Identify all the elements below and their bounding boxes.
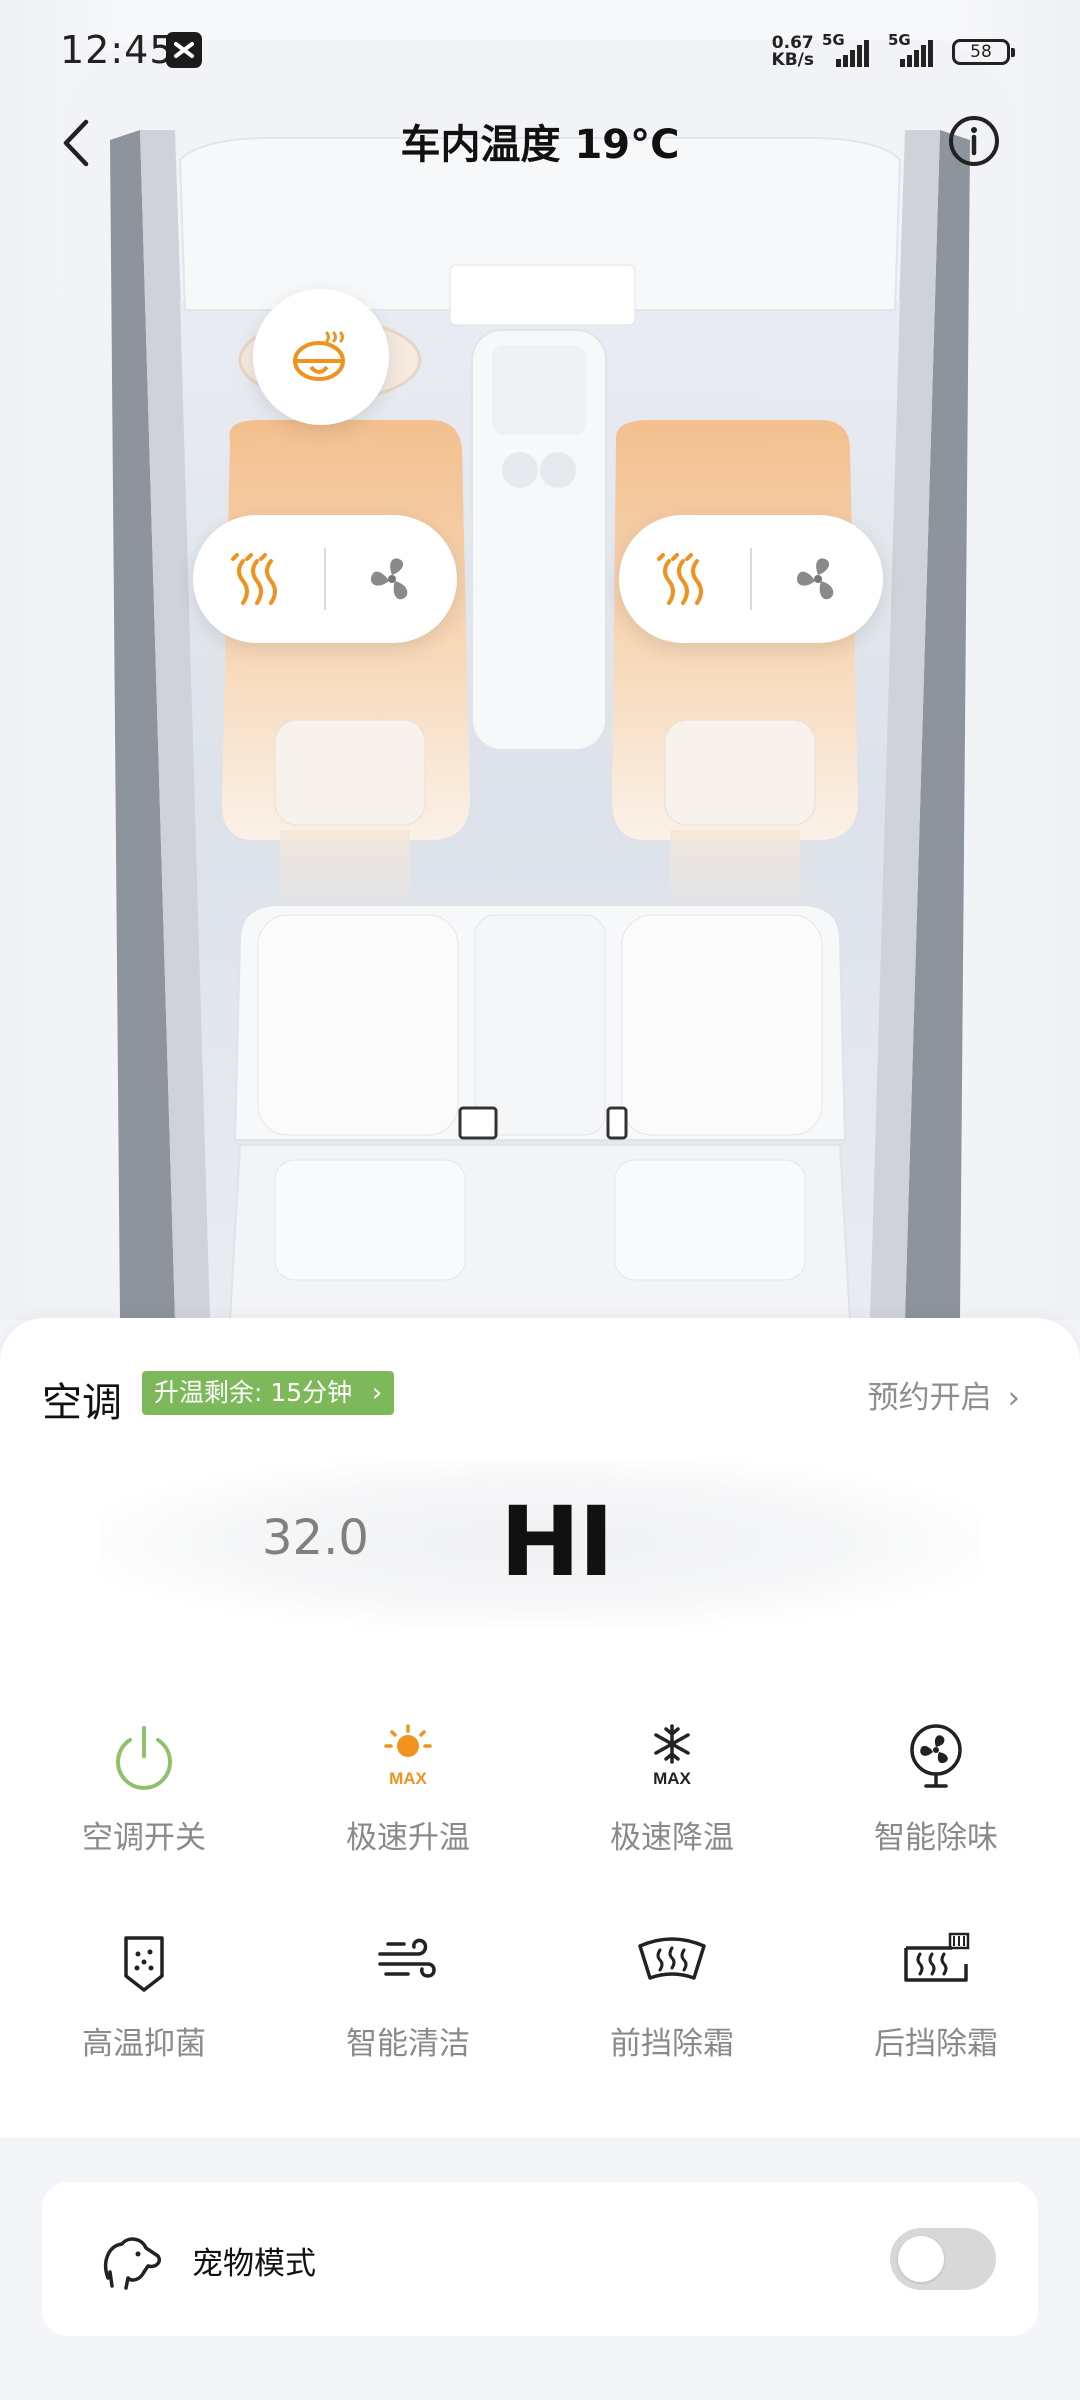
passenger-seat-heat-button[interactable] <box>619 515 750 643</box>
function-label: 后挡除霜 <box>874 2026 998 2062</box>
seat-heat-icon <box>656 553 703 605</box>
ac-panel: 空调 升温剩余: 15分钟 › 预约开启 › 32.0 HI 空调开关 MAX 极 <box>0 1318 1080 2138</box>
signal-1-icon: 5G <box>822 31 880 67</box>
front-defrost-icon <box>638 1937 706 1980</box>
battery-level: 58 <box>970 42 992 62</box>
svg-text:MAX: MAX <box>389 1769 427 1788</box>
driver-seat-controls <box>193 515 457 643</box>
function-label: 高温抑菌 <box>82 2026 206 2062</box>
driver-seat-ventilation-button[interactable] <box>326 515 457 643</box>
network-speed-unit: KB/s <box>771 50 814 70</box>
chevron-right-icon: › <box>1007 1380 1020 1416</box>
function-label: 前挡除霜 <box>610 2026 734 2062</box>
steering-heat-icon <box>293 331 345 381</box>
wind-icon <box>378 1938 436 1978</box>
function-label: 极速升温 <box>346 1820 470 1856</box>
network-speed: 0.67 KB/s <box>772 35 814 69</box>
temperature-current[interactable]: HI <box>500 1486 614 1598</box>
signal-1-label: 5G <box>822 31 845 49</box>
schedule-start-label: 预约开启 <box>867 1380 992 1416</box>
heating-remaining-text: 升温剩余: 15分钟 <box>154 1378 353 1407</box>
rear-defrost-icon <box>904 1932 970 1982</box>
page-title: 车内温度 19°C <box>400 122 680 168</box>
ac-section-title: 空调 <box>42 1380 122 1426</box>
front-defrost-button[interactable]: 前挡除霜 <box>540 1924 804 2104</box>
driver-seat-heat-button[interactable] <box>193 515 324 643</box>
status-time: 12:45 <box>60 28 175 72</box>
toggle-knob <box>898 2236 944 2282</box>
car-topdown-illustration <box>50 40 1030 1320</box>
high-temp-sterilize-button[interactable]: 高温抑菌 <box>12 1924 276 2104</box>
schedule-start-link[interactable]: 预约开启 › <box>868 1372 1020 1417</box>
info-button[interactable] <box>948 115 1000 167</box>
fan-icon <box>910 1724 962 1788</box>
status-bar: 12:45 0.67 KB/s 5G 5G 58 <box>0 0 1080 100</box>
notification-app-icon <box>166 32 202 68</box>
sun-max-icon: MAX <box>384 1724 432 1788</box>
function-label: 智能除味 <box>874 1820 998 1856</box>
function-label: 极速降温 <box>610 1820 734 1856</box>
function-label: 空调开关 <box>82 1820 206 1856</box>
smart-deodorize-button[interactable]: 智能除味 <box>804 1718 1068 1898</box>
dog-icon <box>103 2237 161 2290</box>
shield-icon <box>124 1936 164 1992</box>
pet-mode-card: 宠物模式 <box>42 2182 1038 2336</box>
car-interior-view <box>0 0 1080 1320</box>
smart-clean-button[interactable]: 智能清洁 <box>276 1924 540 2104</box>
status-indicators: 0.67 KB/s 5G 5G 58 <box>772 30 1015 74</box>
seat-ventilation-icon <box>370 558 407 600</box>
pet-mode-label: 宠物模式 <box>192 2246 316 2282</box>
ac-power-button[interactable]: 空调开关 <box>12 1718 276 1898</box>
steering-wheel-heat-button[interactable] <box>253 289 389 425</box>
signal-2-label: 5G <box>888 31 911 49</box>
function-label: 智能清洁 <box>346 2026 470 2062</box>
rear-defrost-button[interactable]: 后挡除霜 <box>804 1924 1068 2104</box>
rapid-heat-button[interactable]: MAX 极速升温 <box>276 1718 540 1898</box>
pet-mode-toggle[interactable] <box>890 2228 996 2290</box>
svg-text:MAX: MAX <box>653 1769 691 1788</box>
power-icon <box>116 1726 172 1790</box>
battery-icon: 58 <box>952 39 1015 65</box>
snowflake-max-icon: MAX <box>653 1724 692 1788</box>
passenger-seat-ventilation-button[interactable] <box>752 515 883 643</box>
temperature-option-prev[interactable]: 32.0 <box>262 1510 369 1566</box>
signal-2-icon: 5G <box>888 31 944 67</box>
seat-ventilation-icon <box>796 558 833 600</box>
passenger-seat-controls <box>619 515 883 643</box>
heating-remaining-badge[interactable]: 升温剩余: 15分钟 › <box>142 1371 395 1415</box>
info-icon <box>949 116 999 166</box>
chevron-right-icon: › <box>371 1378 383 1408</box>
seat-heat-icon <box>230 553 277 605</box>
rapid-cool-button[interactable]: MAX 极速降温 <box>540 1718 804 1898</box>
